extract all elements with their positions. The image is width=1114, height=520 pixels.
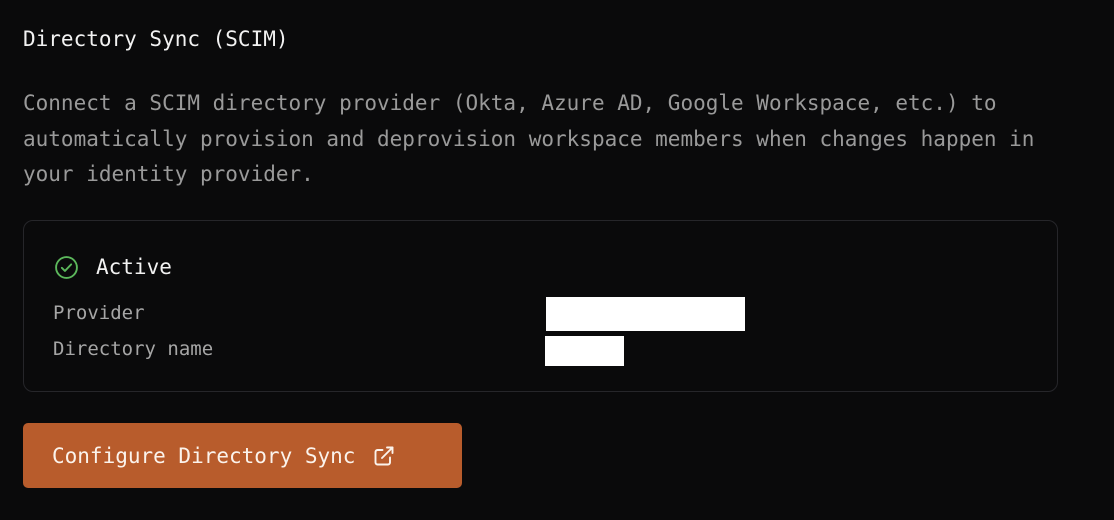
provider-value-redacted [546, 297, 745, 331]
status-row: Active [54, 253, 172, 281]
status-label: Active [96, 255, 172, 279]
status-card: Active Provider Directory name [23, 220, 1058, 392]
configure-directory-sync-button[interactable]: Configure Directory Sync [23, 423, 462, 488]
directory-name-label: Directory name [53, 338, 214, 360]
check-circle-icon [54, 255, 79, 280]
section-title: Directory Sync (SCIM) [23, 27, 289, 51]
section-description: Connect a SCIM directory provider (Okta,… [23, 91, 1035, 186]
provider-label: Provider [53, 302, 145, 324]
external-link-icon [372, 444, 396, 468]
configure-button-label: Configure Directory Sync [52, 443, 356, 468]
directory-name-value-redacted [545, 336, 624, 366]
